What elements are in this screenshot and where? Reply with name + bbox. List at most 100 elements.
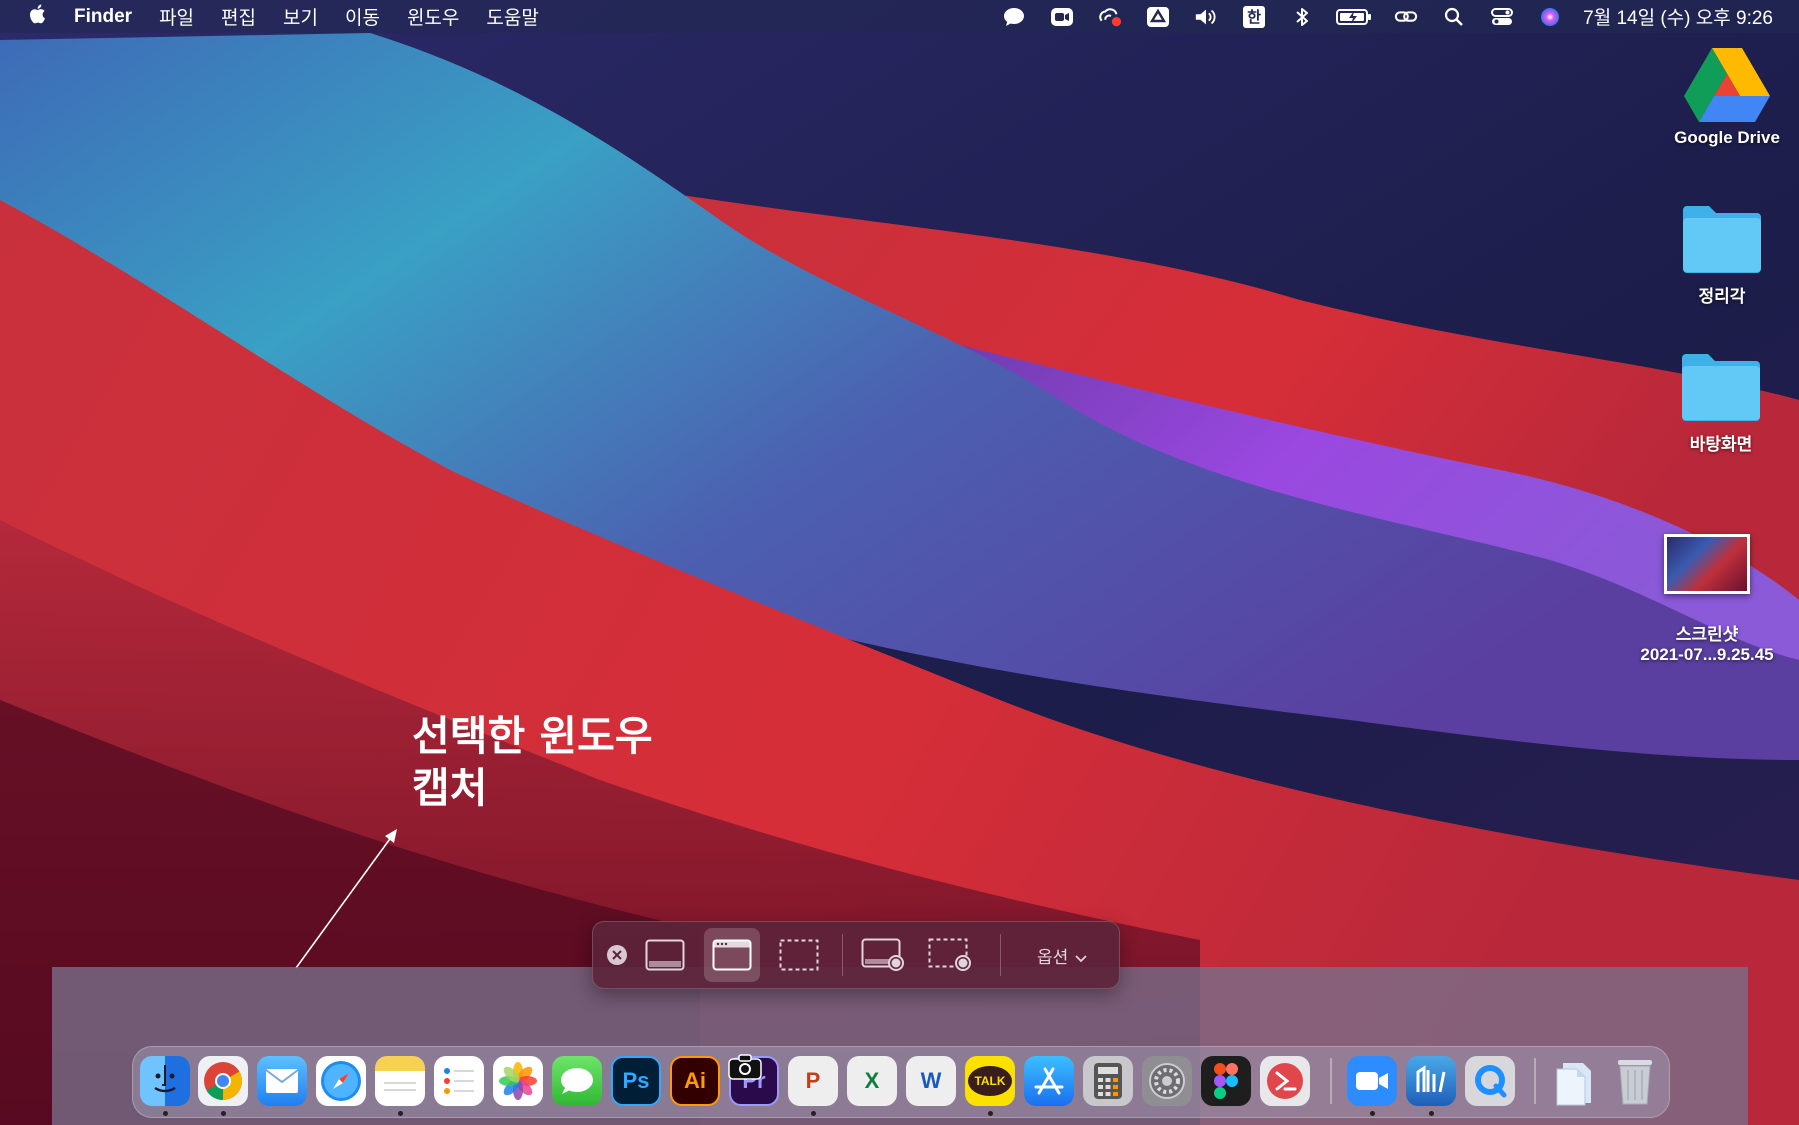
dock-app-documents-folder[interactable] [1551, 1056, 1601, 1106]
reminders-icon [444, 1068, 474, 1094]
dock-app-word[interactable]: W [906, 1056, 956, 1106]
battery-icon[interactable] [1335, 0, 1373, 33]
dock-app-safari[interactable] [316, 1056, 366, 1106]
cloud-sync-icon[interactable] [1095, 0, 1125, 33]
capture-selected-window-button[interactable] [704, 928, 760, 982]
excel-label: X [864, 1068, 880, 1093]
annotation-text: 선택한 윈도우 캡처 [412, 710, 653, 814]
menu-app-finder[interactable]: Finder [74, 6, 132, 28]
capture-entire-screen-button[interactable] [637, 928, 693, 982]
options-menu-button[interactable]: 옵션 [1037, 943, 1087, 968]
input-source-label: 한 [1243, 5, 1266, 28]
app-store-icon [1034, 1067, 1064, 1095]
korean-input-icon[interactable]: 한 [1239, 0, 1269, 33]
control-center-icon[interactable] [1487, 0, 1517, 33]
desktop-icon-label: 정리각 [1698, 287, 1746, 306]
portion-record-icon [928, 938, 971, 971]
chevron-down-icon [1075, 954, 1087, 962]
desktop-icon-sublabel: 2021-07...9.25.45 [1640, 645, 1774, 664]
menubar-clock[interactable]: 7월 14일 (수) 오후 9:26 [1583, 3, 1773, 30]
dock-app-photos[interactable] [493, 1056, 543, 1106]
dock-app-excel[interactable]: X [847, 1056, 897, 1106]
apple-menu[interactable] [28, 3, 46, 31]
running-indicator [811, 1111, 816, 1116]
menu-edit[interactable]: 편집 [221, 3, 256, 30]
desktop-icon-screenshot-file[interactable]: 스크린샷 2021-07...9.25.45 [1622, 534, 1792, 665]
dock-app-calculator[interactable] [1083, 1056, 1133, 1106]
volume-icon[interactable] [1191, 0, 1221, 33]
dock-app-reminders[interactable] [434, 1056, 484, 1106]
annotation-line-2: 캡처 [412, 764, 488, 812]
gear-icon [1149, 1063, 1185, 1099]
dock-app-powerpoint[interactable]: P [788, 1056, 838, 1106]
remote-desktop-icon [1267, 1063, 1303, 1099]
menu-file[interactable]: 파일 [159, 3, 194, 30]
selection-icon [779, 939, 819, 971]
running-indicator [1370, 1111, 1375, 1116]
dock-app-system-preferences[interactable] [1142, 1056, 1192, 1106]
toolbar-divider [842, 934, 843, 976]
google-drive-icon [1684, 48, 1770, 122]
photos-icon [499, 1062, 537, 1100]
record-selected-portion-button[interactable] [922, 928, 978, 982]
search-icon[interactable] [1439, 0, 1469, 33]
desktop-icon-label: 바탕화면 [1689, 435, 1753, 454]
dock-app-mail[interactable] [257, 1056, 307, 1106]
dock-app-hangul[interactable] [1406, 1056, 1456, 1106]
desktop-icon-google-drive[interactable]: Google Drive [1662, 46, 1792, 148]
figma-icon [1214, 1063, 1238, 1099]
running-indicator [398, 1111, 403, 1116]
dock-separator [1534, 1058, 1536, 1104]
toolbar-divider [1000, 934, 1001, 976]
kakaotalk-label: TALK [968, 1066, 1012, 1096]
running-indicator [221, 1111, 226, 1116]
menu-bar: Finder 파일 편집 보기 이동 윈도우 도움말 한 7월 14일 (수) … [0, 0, 1799, 33]
running-indicator [1429, 1111, 1434, 1116]
dock-app-notes[interactable] [375, 1056, 425, 1106]
dock-app-figma[interactable] [1201, 1056, 1251, 1106]
capture-selected-portion-button[interactable] [771, 928, 827, 982]
dock-app-photoshop[interactable]: Ps [611, 1056, 661, 1106]
dock-app-messages[interactable] [552, 1056, 602, 1106]
dock-app-finder[interactable] [140, 1056, 190, 1106]
camera-cursor-icon [728, 1054, 762, 1080]
chat-bubble-icon[interactable] [999, 0, 1029, 33]
zoom-video-icon[interactable] [1047, 0, 1077, 33]
dock-app-app-store[interactable] [1024, 1056, 1074, 1106]
screenshot-toolbar: 옵션 [592, 921, 1120, 989]
menu-help[interactable]: 도움말 [486, 3, 538, 30]
menu-window[interactable]: 윈도우 [407, 3, 459, 30]
desktop-icon-folder-desktop[interactable]: 바탕화면 [1671, 350, 1771, 455]
apple-icon [30, 4, 45, 23]
desktop-icon-label: Google Drive [1674, 128, 1780, 147]
record-entire-screen-button[interactable] [855, 928, 911, 982]
siri-icon[interactable] [1535, 0, 1565, 33]
quicktime-icon [1475, 1065, 1507, 1098]
dock-separator [1330, 1058, 1332, 1104]
calculator-icon [1094, 1063, 1122, 1099]
bluetooth-icon[interactable] [1287, 0, 1317, 33]
dock-app-illustrator[interactable]: Ai [670, 1056, 720, 1106]
running-indicator [163, 1111, 168, 1116]
screen-icon [645, 939, 685, 971]
chrome-icon [204, 1062, 243, 1100]
illustrator-label: Ai [684, 1068, 706, 1093]
safari-icon [321, 1061, 361, 1101]
desktop-icon-folder-jeongrigak[interactable]: 정리각 [1672, 202, 1772, 307]
screenshot-close-button[interactable] [607, 945, 627, 965]
dock-app-chrome[interactable] [198, 1056, 248, 1106]
menu-view[interactable]: 보기 [283, 3, 318, 30]
annotation-line-1: 선택한 윈도우 [412, 712, 653, 760]
dock-app-remote-desktop[interactable] [1260, 1056, 1310, 1106]
link-icon[interactable] [1391, 0, 1421, 33]
google-drive-icon[interactable] [1143, 0, 1173, 33]
dock-app-zoom[interactable] [1347, 1056, 1397, 1106]
dock-app-quicktime[interactable] [1465, 1056, 1515, 1106]
close-icon [612, 950, 622, 960]
dock-app-kakaotalk[interactable]: TALK [965, 1056, 1015, 1106]
menu-go[interactable]: 이동 [345, 3, 380, 30]
screen-record-icon [861, 938, 904, 971]
window-icon [712, 939, 752, 971]
notes-icon [384, 1082, 416, 1091]
dock-app-trash[interactable] [1610, 1056, 1660, 1106]
